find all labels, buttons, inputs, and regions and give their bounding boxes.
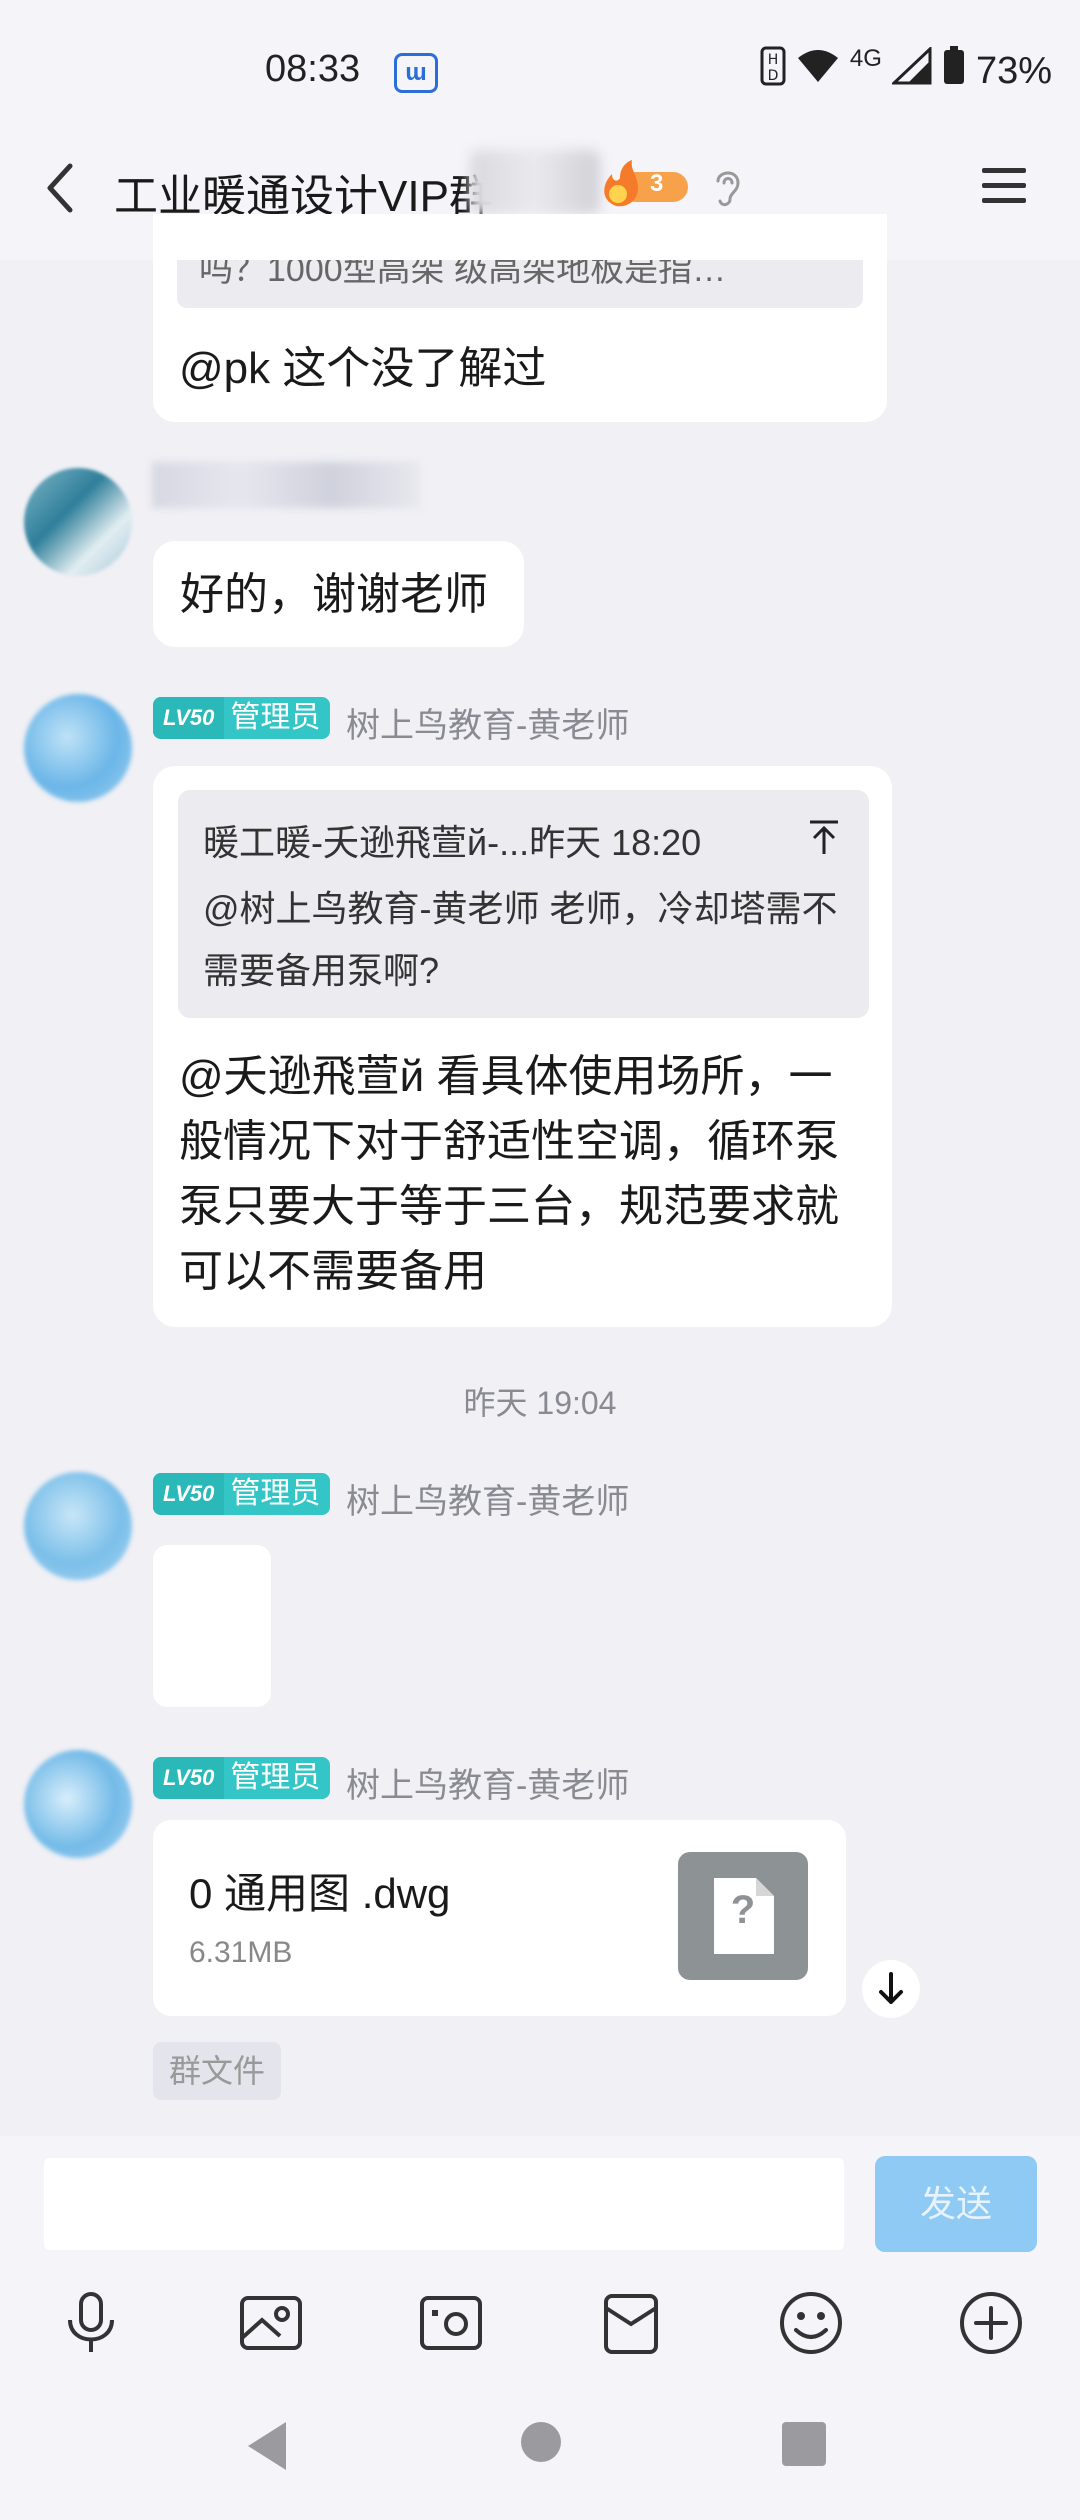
nav-home-icon[interactable] (519, 2420, 563, 2469)
fire-badge-count: 3 (650, 170, 664, 197)
signal-icon (890, 45, 932, 95)
svg-text:D: D (768, 68, 779, 84)
avatar[interactable] (24, 468, 132, 576)
download-icon[interactable] (862, 1960, 920, 2018)
message-text: @夭逊飛萱й 看具体使用场所，一般情况下对于舒适性空调，循环泵泵只要大于等于三台… (179, 1052, 839, 1296)
battery-icon (942, 46, 966, 96)
group-file-tag[interactable]: 群文件 (153, 2042, 282, 2100)
message-input[interactable] (44, 2158, 844, 2250)
red-packet-icon[interactable] (596, 2288, 666, 2358)
plus-icon[interactable] (956, 2288, 1026, 2358)
redacted-sender-name (152, 462, 420, 508)
emoji-icon[interactable] (776, 2288, 846, 2358)
camera-icon[interactable] (416, 2288, 486, 2358)
level-badge: LV50 管理员 (153, 697, 331, 739)
message-text: @pk 这个没了解过 (179, 344, 547, 393)
quoted-message-text: 吗？1000型高架 级高架地板是指… (199, 260, 727, 289)
nav-recents-icon[interactable] (780, 2420, 828, 2473)
timestamp-divider: 昨天 19:04 (463, 1385, 617, 1421)
admin-role-label: 管理员 (230, 1761, 321, 1794)
status-indicators: HD 4G 73% (760, 45, 1052, 96)
sender-name[interactable]: 树上鸟教育-黄老师 (346, 1758, 629, 1807)
group-fire-level-badge[interactable]: 3 (598, 160, 690, 210)
file-type-icon: ? (678, 1852, 808, 1980)
app-notification-icon: ɯ (394, 53, 438, 93)
svg-text:H: H (768, 52, 779, 68)
admin-role-label: 管理员 (230, 1477, 321, 1510)
quote-header: 暖工暖-夭逊飛萱й-...昨天 18:20 (203, 822, 702, 863)
quoted-message[interactable]: 吗？1000型高架 级高架地板是指… (177, 260, 863, 308)
message-text: 好的，谢谢老师 (180, 569, 488, 620)
level-badge-number: LV50 (153, 1757, 225, 1799)
photo-icon[interactable] (236, 2288, 306, 2358)
sender-name[interactable]: 树上鸟教育-黄老师 (346, 698, 629, 747)
file-name: 0 通用图 .dwg (189, 1870, 451, 1917)
avatar[interactable] (24, 1472, 132, 1580)
nav-back-icon[interactable] (244, 2420, 290, 2477)
level-badge-number: LV50 (153, 1473, 225, 1515)
hd-icon: HD (760, 46, 786, 96)
level-badge: LV50 管理员 (153, 1757, 331, 1799)
avatar[interactable] (24, 694, 132, 802)
empty-image-message[interactable] (153, 1545, 271, 1707)
wifi-icon (796, 48, 840, 94)
network-type: 4G (849, 45, 882, 72)
microphone-icon[interactable] (56, 2288, 126, 2358)
battery-level: 73% (975, 49, 1052, 92)
admin-role-label: 管理员 (230, 701, 321, 734)
file-size: 6.31MB (189, 1936, 293, 1969)
redacted-title-suffix (470, 150, 600, 214)
quote-body: @树上鸟教育-黄老师 老师，冷却塔需不需要备用泵啊? (203, 888, 838, 991)
ear-icon[interactable] (710, 165, 746, 209)
avatar[interactable] (24, 1750, 132, 1858)
jump-to-quote-icon[interactable] (806, 816, 842, 861)
status-time: 08:33 (265, 48, 361, 90)
level-badge-number: LV50 (153, 697, 225, 739)
sender-name[interactable]: 树上鸟教育-黄老师 (346, 1474, 629, 1523)
send-button[interactable]: 发送 (875, 2156, 1037, 2252)
back-arrow-icon[interactable] (36, 158, 86, 218)
file-type-glyph: ? (730, 1888, 756, 1932)
level-badge: LV50 管理员 (153, 1473, 331, 1515)
menu-icon[interactable] (980, 164, 1028, 208)
